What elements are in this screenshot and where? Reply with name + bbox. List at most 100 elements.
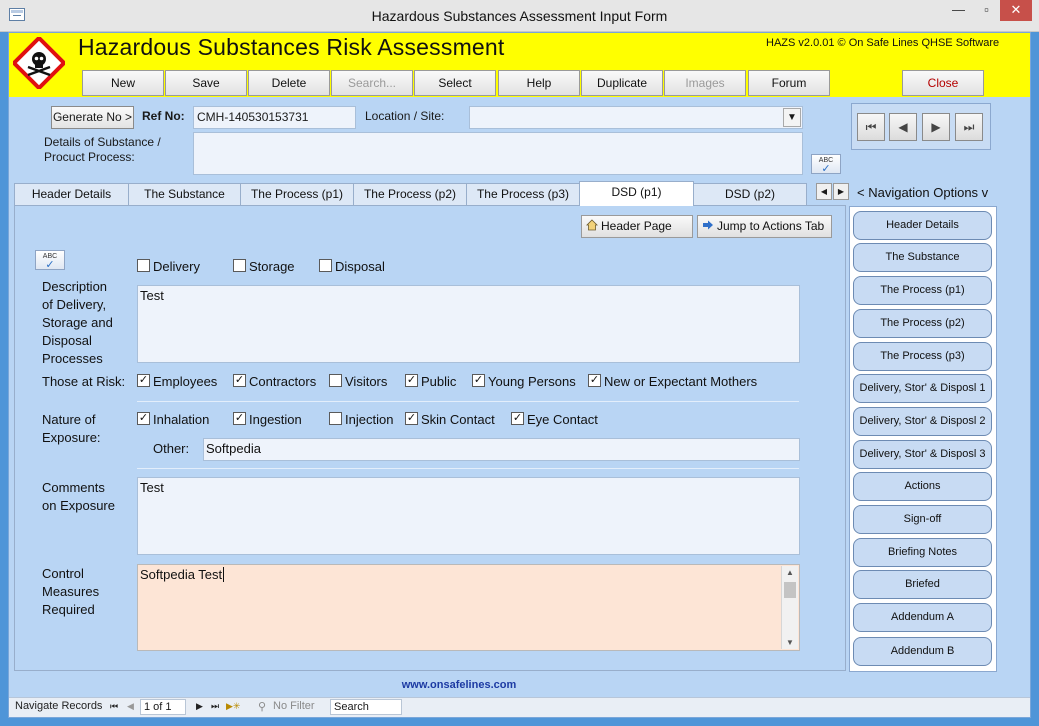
- scroll-up-icon[interactable]: ▲: [782, 566, 798, 580]
- inhalation-checkbox[interactable]: ✓: [137, 412, 150, 425]
- chevron-down-icon[interactable]: ▼: [783, 108, 801, 127]
- comments-label-line: Comments: [42, 480, 105, 495]
- ingestion-checkbox[interactable]: ✓: [233, 412, 246, 425]
- scroll-thumb[interactable]: [784, 582, 796, 598]
- next-record-icon[interactable]: ▶: [922, 113, 950, 141]
- control-measures-scrollbar[interactable]: ▲ ▼: [781, 566, 798, 649]
- contractors-checkbox[interactable]: ✓: [233, 374, 246, 387]
- ingestion-label: Ingestion: [249, 412, 302, 427]
- nav-button-addendum-a[interactable]: Addendum A: [853, 603, 992, 632]
- description-label: Description of Delivery, Storage and Dis…: [42, 278, 113, 368]
- new-button[interactable]: New: [82, 70, 164, 96]
- employees-checkbox[interactable]: ✓: [137, 374, 150, 387]
- tab-process-p1[interactable]: The Process (p1): [240, 183, 354, 205]
- forum-button[interactable]: Forum: [748, 70, 830, 96]
- other-label: Other:: [153, 441, 190, 456]
- navigation-options-label[interactable]: < Navigation Options v: [857, 185, 988, 200]
- header-page-button[interactable]: Header Page: [581, 215, 693, 238]
- images-button[interactable]: Images: [664, 70, 746, 96]
- nav-button-delivery-stor-disposl-3[interactable]: Delivery, Stor' & Disposl 3: [853, 440, 992, 469]
- prev-record-icon[interactable]: ◀: [889, 113, 917, 141]
- location-select[interactable]: [469, 106, 803, 129]
- location-label: Location / Site:: [365, 109, 445, 123]
- employees-label: Employees: [153, 374, 218, 389]
- tab-process-p3[interactable]: The Process (p3): [466, 183, 580, 205]
- other-exposure-field[interactable]: Softpedia: [203, 438, 800, 461]
- ref-no-label: Ref No:: [142, 109, 185, 123]
- contractors-label: Contractors: [249, 374, 317, 389]
- eye-contact-label: Eye Contact: [527, 412, 598, 427]
- window-close-button[interactable]: ✕: [1000, 0, 1032, 21]
- first-record-button[interactable]: ⏮: [110, 701, 118, 712]
- control-measures-label: Control Measures Required: [42, 565, 99, 619]
- tab-dsd-p1[interactable]: DSD (p1): [579, 181, 694, 206]
- prev-record-button[interactable]: ◀: [127, 701, 134, 712]
- visitors-checkbox[interactable]: [329, 374, 342, 387]
- details-label: Details of Substance / Procuct Process:: [44, 135, 161, 165]
- next-record-button[interactable]: ▶: [196, 701, 203, 712]
- details-field[interactable]: [193, 132, 803, 175]
- duplicate-button[interactable]: Duplicate: [581, 70, 663, 96]
- scroll-down-icon[interactable]: ▼: [782, 638, 798, 647]
- expectant-mothers-checkbox[interactable]: ✓: [588, 374, 601, 387]
- spellcheck-button[interactable]: ABC ✓: [811, 154, 841, 175]
- delete-button[interactable]: Delete: [248, 70, 330, 96]
- description-field[interactable]: Test: [137, 285, 800, 363]
- save-button[interactable]: Save: [165, 70, 247, 96]
- nav-button-briefed[interactable]: Briefed: [853, 570, 992, 599]
- comments-field[interactable]: Test: [137, 477, 800, 555]
- nav-button-addendum-b[interactable]: Addendum B: [853, 637, 992, 666]
- footer-search-input[interactable]: Search: [330, 699, 402, 715]
- jump-to-actions-button[interactable]: Jump to Actions Tab: [697, 215, 832, 238]
- skin-contact-checkbox[interactable]: ✓: [405, 412, 418, 425]
- last-record-icon[interactable]: ⏭: [955, 113, 983, 141]
- maximize-button[interactable]: ▫: [973, 0, 1000, 21]
- nav-button-briefing-notes[interactable]: Briefing Notes: [853, 538, 992, 567]
- close-form-button[interactable]: Close: [902, 70, 984, 96]
- nav-button-the-substance[interactable]: The Substance: [853, 243, 992, 272]
- delivery-checkbox[interactable]: [137, 259, 150, 272]
- nav-button-actions[interactable]: Actions: [853, 472, 992, 501]
- tab-scroll-left-icon[interactable]: ◀: [816, 183, 832, 200]
- home-icon: [586, 219, 598, 231]
- tab-header-details[interactable]: Header Details: [14, 183, 129, 205]
- arrow-right-icon: [703, 220, 713, 230]
- nav-button-the-process-p3[interactable]: The Process (p3): [853, 342, 992, 371]
- tab-the-substance[interactable]: The Substance: [128, 183, 241, 205]
- check-icon: ✓: [821, 163, 831, 175]
- disposal-checkbox[interactable]: [319, 259, 332, 272]
- inhalation-label: Inhalation: [153, 412, 210, 427]
- nav-button-delivery-stor-disposl-1[interactable]: Delivery, Stor' & Disposl 1: [853, 374, 992, 403]
- tab-dsd-p2[interactable]: DSD (p2): [693, 183, 807, 205]
- nav-button-the-process-p2[interactable]: The Process (p2): [853, 309, 992, 338]
- eye-contact-checkbox[interactable]: ✓: [511, 412, 524, 425]
- injection-checkbox[interactable]: [329, 412, 342, 425]
- control-measures-field[interactable]: Softpedia Test: [137, 564, 800, 651]
- young-persons-checkbox[interactable]: ✓: [472, 374, 485, 387]
- storage-checkbox[interactable]: [233, 259, 246, 272]
- no-filter-label[interactable]: No Filter: [273, 700, 315, 712]
- ref-no-field[interactable]: CMH-140530153731: [193, 106, 356, 129]
- delivery-label: Delivery: [153, 259, 200, 274]
- last-record-button[interactable]: ⏭: [211, 701, 219, 712]
- public-checkbox[interactable]: ✓: [405, 374, 418, 387]
- search-button[interactable]: Search...: [331, 70, 413, 96]
- jump-to-actions-label: Jump to Actions Tab: [717, 219, 825, 233]
- nav-button-delivery-stor-disposl-2[interactable]: Delivery, Stor' & Disposl 2: [853, 407, 992, 436]
- generate-number-button[interactable]: Generate No >: [51, 106, 134, 129]
- tab-process-p2[interactable]: The Process (p2): [353, 183, 467, 205]
- tab-scroll-right-icon[interactable]: ▶: [833, 183, 849, 200]
- help-button[interactable]: Help: [498, 70, 580, 96]
- nav-button-sign-off[interactable]: Sign-off: [853, 505, 992, 534]
- text-cursor: [223, 567, 225, 582]
- description-label-line: Description: [42, 279, 108, 294]
- select-button[interactable]: Select: [414, 70, 496, 96]
- nav-button-the-process-p1[interactable]: The Process (p1): [853, 276, 992, 305]
- nav-button-header-details[interactable]: Header Details: [853, 211, 992, 240]
- first-record-icon[interactable]: ⏮: [857, 113, 885, 141]
- spellcheck-button-body[interactable]: ABC ✓: [35, 250, 65, 271]
- website-link[interactable]: www.onsafelines.com: [0, 679, 918, 691]
- new-record-button[interactable]: ▶✳: [226, 701, 240, 712]
- minimize-button[interactable]: —: [945, 0, 972, 21]
- record-counter-field[interactable]: 1 of 1: [140, 699, 186, 715]
